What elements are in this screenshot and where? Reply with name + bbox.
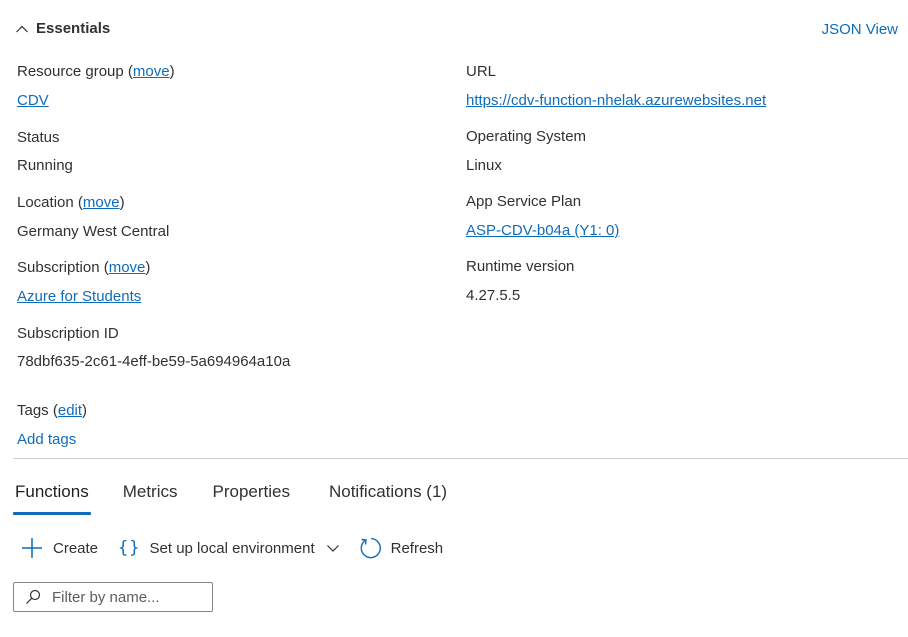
os-value: Linux (466, 157, 502, 174)
os-label: Operating System (466, 128, 587, 145)
plus-icon (20, 536, 44, 560)
tab-metrics[interactable]: Metrics (123, 482, 178, 512)
toolbar: Create {} Set up local environment Refre… (20, 536, 443, 560)
chevron-up-icon (14, 21, 30, 37)
subscription-label-text: Subscription (17, 259, 100, 276)
create-label: Create (53, 539, 99, 557)
filter-input[interactable] (52, 588, 202, 606)
resource-group-label: Resource group (move) (17, 63, 175, 80)
status-value: Running (17, 157, 73, 174)
refresh-icon (358, 536, 382, 560)
tab-properties[interactable]: Properties (212, 482, 289, 512)
location-label-text: Location (17, 194, 74, 211)
resource-group-value-link[interactable]: CDV (17, 92, 49, 109)
json-view-link[interactable]: JSON View (822, 21, 898, 38)
location-move-link[interactable]: move (83, 194, 120, 211)
essentials-toggle[interactable]: Essentials (14, 20, 110, 37)
url-value-link[interactable]: https://cdv-function-nhelak.azurewebsite… (466, 92, 766, 109)
tab-functions[interactable]: Functions (13, 482, 91, 515)
subscription-move-link[interactable]: move (109, 259, 146, 276)
plan-value-link[interactable]: ASP-CDV-b04a (Y1: 0) (466, 222, 619, 239)
runtime-label: Runtime version (466, 258, 575, 275)
subscription-id-label: Subscription ID (17, 325, 119, 342)
refresh-button[interactable]: Refresh (358, 536, 444, 560)
search-icon (14, 589, 41, 605)
subscription-value-link[interactable]: Azure for Students (17, 288, 141, 305)
status-label: Status (17, 129, 60, 146)
subscription-id-value: 78dbf635-2c61-4eff-be59-5a694964a10a (17, 353, 291, 370)
location-value: Germany West Central (17, 223, 170, 240)
create-button[interactable]: Create (20, 536, 98, 560)
runtime-value: 4.27.5.5 (466, 287, 521, 304)
plan-label: App Service Plan (466, 193, 582, 210)
section-divider (13, 458, 908, 459)
tags-label-text: Tags (17, 402, 49, 419)
resource-group-move-link[interactable]: move (133, 63, 170, 80)
local-environment-button[interactable]: {} Set up local environment (118, 538, 341, 558)
tags-edit-link[interactable]: edit (58, 402, 82, 419)
tags-label: Tags (edit) (17, 402, 88, 419)
filter-box (13, 582, 213, 612)
refresh-label: Refresh (390, 539, 444, 557)
add-tags-link[interactable]: Add tags (17, 431, 76, 448)
url-label: URL (466, 63, 497, 80)
braces-icon: {} (118, 538, 141, 558)
tab-bar: Functions Metrics Properties Notificatio… (13, 482, 447, 515)
tab-notifications[interactable]: Notifications (1) (329, 482, 447, 512)
subscription-label: Subscription (move) (17, 259, 151, 276)
local-environment-label: Set up local environment (149, 539, 315, 557)
essentials-title: Essentials (36, 20, 111, 37)
location-label: Location (move) (17, 194, 125, 211)
chevron-down-icon (325, 540, 341, 556)
resource-group-label-text: Resource group (17, 63, 124, 80)
